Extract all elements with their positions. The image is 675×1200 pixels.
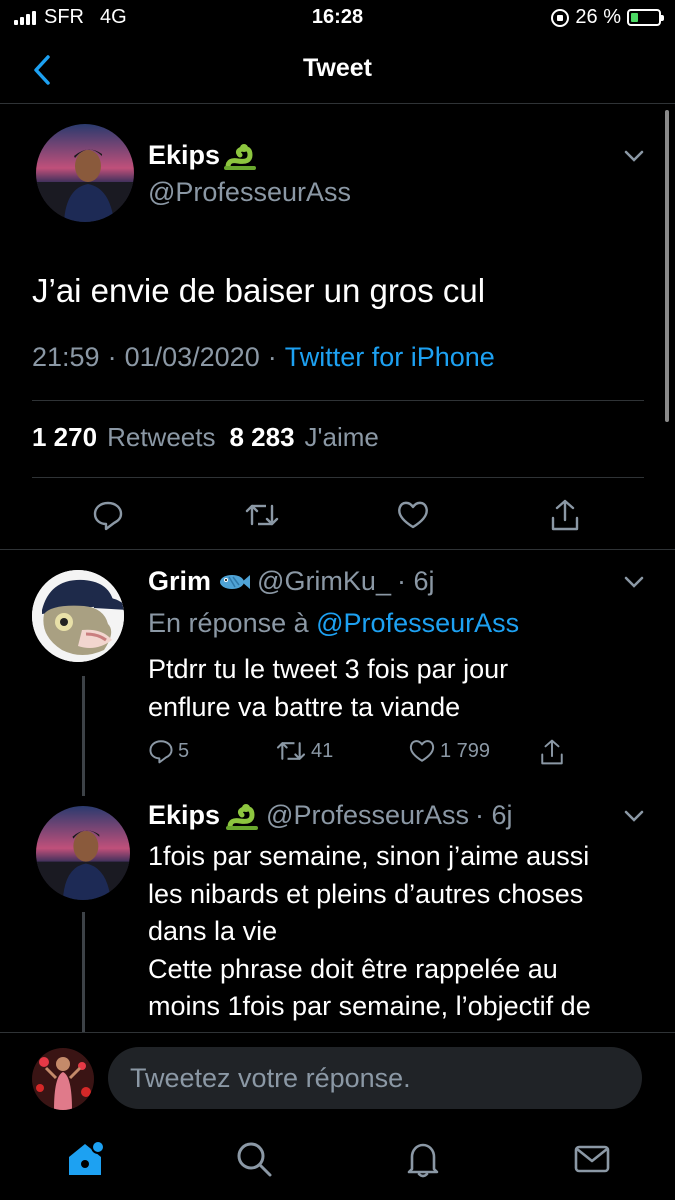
share-icon [551,499,579,531]
page-title: Tweet [303,54,372,82]
reply-button[interactable]: 5 [148,738,189,764]
reply-author-row[interactable]: Ekips @ProfesseurAss · 6j [148,800,513,831]
mail-icon [574,1145,610,1173]
battery-percent: 26 % [575,6,621,28]
bell-icon [407,1143,439,1178]
home-icon [69,1140,105,1175]
reply-input[interactable] [108,1047,642,1109]
snake-emoji-icon [226,803,259,830]
divider [0,549,675,550]
replying-to-handle-link[interactable]: @ProfesseurAss [316,608,519,638]
status-right: 26 % [551,6,664,29]
retweets-count[interactable]: 1 270 [32,422,97,453]
share-button[interactable] [545,495,585,535]
fish-emoji-icon [220,574,251,589]
avatar-photo [36,806,130,900]
reply-text-line: enflure va battre ta viande [148,691,461,722]
like-count: 1 799 [440,739,491,762]
tweet-meta: 21:59 · 01/03/2020 · Twitter for iPhone [32,342,495,373]
reply-age: · 6j [396,566,435,596]
meta-separator: · [267,342,277,372]
author-name: Ekips [148,140,221,170]
chevron-down-icon[interactable] [620,572,648,592]
share-button[interactable] [539,738,565,766]
avatar[interactable] [32,570,124,662]
nav-bar: Tweet [0,36,675,104]
avatar-photo [32,1048,94,1110]
like-button[interactable] [393,495,433,535]
tweet-source-link[interactable]: Twitter for iPhone [285,342,495,373]
author-name-row[interactable]: Ekips [148,140,258,171]
avatar-photo [36,124,134,222]
tweet-stats: 1 270 Retweets 8 283 J'aime [32,422,383,453]
avatar[interactable] [32,1048,94,1110]
reply-count: 5 [178,739,190,762]
heart-icon [398,501,428,529]
status-bar: SFR 4G 16:28 26 % [0,0,675,36]
snake-emoji-icon [224,143,257,170]
reply-text: Ptdrr tu le tweet 3 fois par jour enflur… [148,651,648,726]
thread-line [82,912,85,1032]
divider [32,477,644,478]
reply-text-line: Ptdrr tu le tweet 3 fois par jour [148,654,509,684]
reply-button[interactable] [88,495,128,535]
likes-count[interactable]: 8 283 [229,422,294,453]
author-handle[interactable]: @ProfesseurAss [148,177,351,208]
battery-icon [627,9,664,26]
tab-search[interactable] [229,1134,279,1184]
replying-to-label: En réponse à [148,608,309,638]
chevron-down-icon[interactable] [620,806,648,826]
heart-icon [409,740,435,762]
tab-home[interactable] [60,1134,110,1184]
tab-bar [0,1124,675,1200]
search-icon [237,1142,272,1177]
retweets-label[interactable]: Retweets [107,422,215,453]
replying-to: En réponse à @ProfesseurAss [148,608,519,639]
scrollbar[interactable] [665,110,669,422]
meta-separator: · [107,342,117,372]
reply-composer [0,1032,675,1124]
reply-author-name: Grim [148,566,212,596]
reply-text-line: moins 1fois par semaine, l’objectif de [148,991,591,1021]
reply-text-line: les nibards et pleins d’autres choses [148,878,584,909]
reply-text-line: 1fois par semaine, sinon j’aime aussi [148,841,590,871]
thread-line [82,676,85,796]
retweet-button[interactable]: 41 [275,738,333,764]
reply-author-handle: @ProfesseurAss [266,800,470,830]
reply-text-line: Cette phrase doit être rappelée au [148,953,558,984]
tweet-text: J’ai envie de baiser un gros cul [32,272,486,309]
retweet-icon [245,504,279,526]
reply-actions: 5 41 1 799 [0,738,675,770]
reply-icon [93,501,123,531]
retweet-count: 41 [311,739,334,762]
tab-notifications[interactable] [398,1134,448,1184]
chevron-down-icon[interactable] [620,146,648,166]
reply-author-name: Ekips [148,800,221,830]
tweet-date: 01/03/2020 [124,342,260,372]
retweet-button[interactable] [242,495,282,535]
reply-author-handle: @GrimKu_ [257,566,391,596]
tweet-time: 21:59 [32,342,100,372]
avatar[interactable] [36,124,134,222]
like-button[interactable]: 1 799 [408,738,490,764]
reply-text: 1fois par semaine, sinon j’aime aussi le… [148,838,658,1026]
reply-text-line: dans la vie [148,916,278,946]
reply-icon [149,740,173,764]
rotation-lock-icon [551,8,570,27]
divider [32,400,644,401]
likes-label[interactable]: J'aime [305,422,379,453]
reply-age: · 6j [475,800,513,830]
tweet-actions [0,495,675,537]
tab-messages[interactable] [567,1134,617,1184]
avatar-photo [32,570,124,662]
reply-author-row[interactable]: Grim @GrimKu_ · 6j [148,566,434,597]
retweet-icon [276,742,306,760]
share-icon [541,739,563,765]
avatar[interactable] [36,806,130,900]
